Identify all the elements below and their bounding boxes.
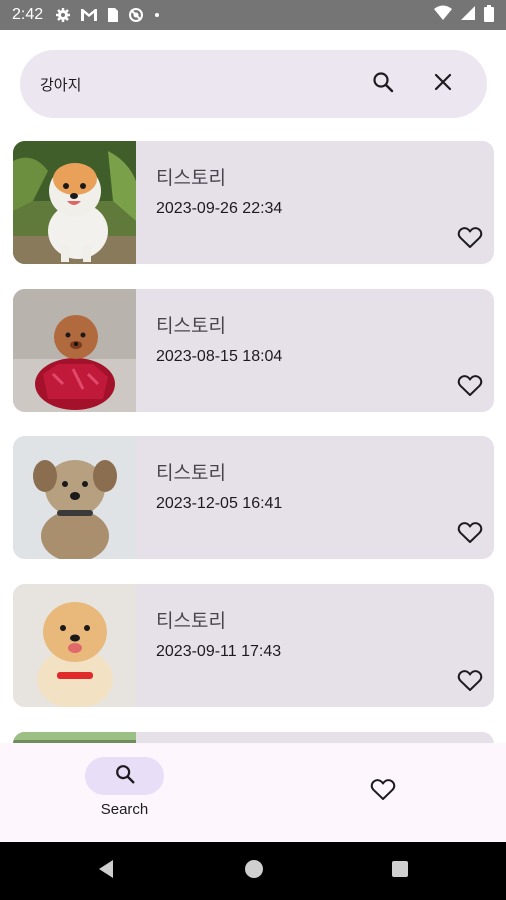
card-body: 티스토리 2023-12-05 16:41 bbox=[136, 436, 494, 559]
favorite-button[interactable] bbox=[452, 665, 488, 701]
dog-thumbnail bbox=[13, 289, 136, 412]
gear-icon bbox=[55, 7, 71, 23]
system-nav-bar bbox=[0, 842, 506, 900]
status-bar: 2:42 bbox=[0, 0, 506, 30]
search-button[interactable] bbox=[359, 60, 407, 108]
heart-icon bbox=[457, 374, 483, 402]
card-title: 티스토리 bbox=[156, 462, 226, 484]
favorite-button[interactable] bbox=[452, 517, 488, 553]
back-button[interactable] bbox=[94, 859, 118, 883]
clear-button[interactable] bbox=[419, 60, 467, 108]
card-date: 2023-09-11 17:43 bbox=[156, 643, 282, 660]
bottom-nav: Search bbox=[0, 743, 506, 842]
dog-thumbnail bbox=[13, 141, 136, 264]
recents-button[interactable] bbox=[388, 859, 412, 883]
nav-pill bbox=[343, 773, 422, 811]
card-date: 2023-08-15 18:04 bbox=[156, 348, 283, 365]
gmail-icon bbox=[80, 8, 98, 22]
result-card[interactable]: 티스토리 2023-09-26 22:34 bbox=[13, 141, 494, 264]
search-icon bbox=[114, 763, 136, 789]
sim-icon bbox=[107, 7, 119, 23]
back-triangle-icon bbox=[97, 859, 115, 883]
status-right-icons bbox=[434, 4, 494, 26]
result-card[interactable] bbox=[13, 732, 494, 743]
sync-icon bbox=[128, 7, 144, 23]
heart-icon bbox=[457, 226, 483, 254]
heart-icon bbox=[457, 521, 483, 549]
battery-icon bbox=[484, 4, 494, 26]
card-title: 티스토리 bbox=[156, 610, 226, 632]
dog-thumbnail bbox=[13, 584, 136, 707]
card-body bbox=[136, 732, 494, 743]
result-card[interactable]: 티스토리 2023-09-11 17:43 bbox=[13, 584, 494, 707]
card-title: 티스토리 bbox=[156, 315, 226, 337]
search-input[interactable] bbox=[40, 64, 359, 104]
wifi-icon bbox=[434, 5, 452, 25]
heart-icon bbox=[370, 778, 396, 806]
results-list[interactable]: 티스토리 2023-09-26 22:34 티스토리 2023-08-15 18… bbox=[13, 141, 494, 743]
dog-thumbnail bbox=[13, 732, 136, 743]
dot-icon bbox=[153, 7, 161, 23]
search-icon bbox=[371, 70, 395, 98]
nav-label-search: Search bbox=[100, 801, 149, 818]
nav-pill bbox=[85, 757, 164, 795]
card-body: 티스토리 2023-09-26 22:34 bbox=[136, 141, 494, 264]
close-icon bbox=[433, 72, 453, 96]
search-bar bbox=[20, 50, 487, 118]
card-date: 2023-09-26 22:34 bbox=[156, 200, 283, 217]
card-title: 티스토리 bbox=[156, 167, 226, 189]
home-button[interactable] bbox=[242, 859, 266, 883]
status-icons bbox=[55, 7, 161, 23]
favorite-button[interactable] bbox=[452, 222, 488, 258]
recents-square-icon bbox=[391, 860, 409, 882]
dog-thumbnail bbox=[13, 436, 136, 559]
heart-icon bbox=[457, 669, 483, 697]
signal-icon bbox=[460, 5, 476, 25]
card-date: 2023-12-05 16:41 bbox=[156, 495, 283, 512]
result-card[interactable]: 티스토리 2023-12-05 16:41 bbox=[13, 436, 494, 559]
result-card[interactable]: 티스토리 2023-08-15 18:04 bbox=[13, 289, 494, 412]
favorite-button[interactable] bbox=[452, 370, 488, 406]
status-time: 2:42 bbox=[12, 6, 44, 23]
home-circle-icon bbox=[244, 859, 264, 883]
card-body: 티스토리 2023-08-15 18:04 bbox=[136, 289, 494, 412]
nav-item-search[interactable]: Search bbox=[85, 757, 164, 818]
nav-item-favorites[interactable] bbox=[343, 757, 422, 811]
card-body: 티스토리 2023-09-11 17:43 bbox=[136, 584, 494, 707]
